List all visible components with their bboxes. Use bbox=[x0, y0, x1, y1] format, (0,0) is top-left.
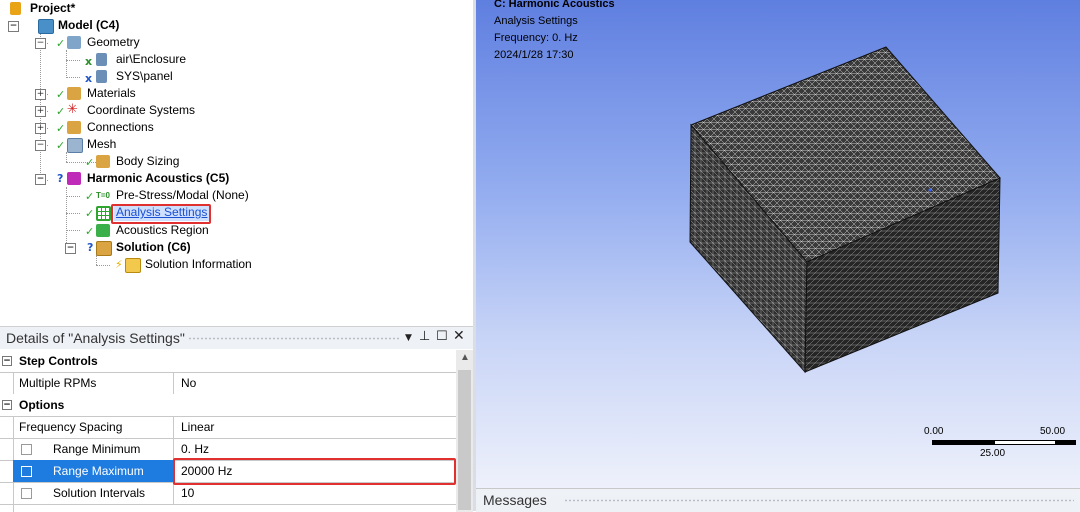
details-scrollbar[interactable]: ▲ bbox=[456, 350, 473, 512]
property-name: Solution Intervals bbox=[13, 482, 174, 504]
status-question-icon: ? bbox=[57, 172, 64, 185]
status-ok-icon: ✓ bbox=[85, 225, 95, 238]
highlight-box bbox=[111, 204, 211, 224]
status-ok-icon: ✓ bbox=[85, 207, 95, 220]
body-icon bbox=[96, 53, 107, 66]
status-ok-icon: ✓ bbox=[56, 139, 66, 152]
property-name-text: Range Minimum bbox=[53, 442, 141, 456]
value-highlight-box bbox=[173, 458, 456, 485]
category-row[interactable]: − Options bbox=[0, 394, 456, 417]
property-value[interactable]: No bbox=[175, 372, 196, 394]
details-pane: Details of "Analysis Settings" ▼ ⊥ ☐ ✕ −… bbox=[0, 326, 473, 512]
collapse-icon[interactable]: − bbox=[2, 400, 12, 410]
acoustics-region-icon bbox=[96, 224, 110, 237]
property-name: Frequency Spacing bbox=[13, 416, 174, 438]
analysis-settings-icon bbox=[96, 206, 111, 221]
property-name: Range Minimum bbox=[13, 438, 174, 460]
origin-marker bbox=[928, 188, 932, 192]
status-suppressed-icon: x bbox=[85, 72, 93, 85]
connections-icon bbox=[67, 121, 81, 134]
property-value[interactable]: 0. Hz bbox=[175, 438, 209, 460]
scale-seg-1 bbox=[932, 440, 994, 445]
parameter-checkbox[interactable] bbox=[21, 488, 32, 499]
status-ok-icon: ✓ bbox=[56, 105, 66, 118]
expand-icon[interactable]: + bbox=[35, 106, 46, 117]
scale-seg-3 bbox=[1056, 440, 1076, 445]
close-icon[interactable]: ✕ bbox=[453, 328, 465, 344]
status-ok-icon: ✓ bbox=[56, 88, 66, 101]
header-grip bbox=[188, 337, 400, 340]
scale-seg-2 bbox=[994, 440, 1056, 445]
expand-icon[interactable]: + bbox=[35, 89, 46, 100]
status-ok-icon: ✓ bbox=[56, 122, 66, 135]
expand-icon[interactable]: + bbox=[35, 123, 46, 134]
model-icon bbox=[38, 19, 54, 34]
mesh-model[interactable] bbox=[476, 0, 1080, 488]
materials-icon bbox=[67, 87, 81, 100]
scroll-thumb[interactable] bbox=[458, 370, 471, 510]
solution-icon bbox=[96, 241, 112, 256]
status-question-icon: ? bbox=[87, 241, 94, 254]
body-icon bbox=[96, 70, 107, 83]
messages-grip bbox=[564, 499, 1074, 502]
parameter-checkbox[interactable] bbox=[21, 466, 32, 477]
property-name: Range Maximum bbox=[13, 460, 174, 482]
scale-bar: 0.00 50.00 25.00 bbox=[924, 424, 1076, 464]
solution-info-icon bbox=[125, 258, 141, 273]
collapse-icon[interactable]: − bbox=[65, 243, 76, 254]
property-row[interactable]: Multiple RPMs No bbox=[0, 372, 456, 395]
property-name: Multiple RPMs bbox=[13, 372, 174, 394]
sizing-icon bbox=[96, 155, 110, 168]
property-name-text: Range Maximum bbox=[53, 464, 144, 478]
property-name-text: Frequency Spacing bbox=[19, 420, 123, 434]
property-row[interactable]: Solution Intervals 10 bbox=[0, 482, 456, 505]
mesh-icon bbox=[67, 138, 83, 153]
scale-left-label: 0.00 bbox=[924, 426, 944, 437]
graphics-viewport[interactable]: C: Harmonic Acoustics Analysis Settings … bbox=[476, 0, 1080, 488]
status-ok-icon: ✓ bbox=[56, 37, 66, 50]
prestress-icon: T=0 bbox=[96, 191, 111, 200]
status-pending-icon: ⚡ bbox=[115, 258, 123, 271]
scroll-up-icon[interactable]: ▲ bbox=[460, 352, 470, 363]
project-icon bbox=[10, 2, 21, 15]
category-row[interactable]: − Step Controls bbox=[0, 350, 456, 373]
property-value[interactable]: Linear bbox=[175, 416, 214, 438]
collapse-icon[interactable]: − bbox=[35, 174, 46, 185]
messages-title: Messages bbox=[483, 492, 547, 508]
messages-bar[interactable]: Messages bbox=[476, 488, 1080, 512]
collapse-icon[interactable]: − bbox=[35, 140, 46, 151]
details-header: Details of "Analysis Settings" ▼ ⊥ ☐ ✕ bbox=[0, 327, 473, 349]
analysis-icon bbox=[67, 172, 81, 185]
status-suppressed-icon: x bbox=[85, 55, 93, 68]
property-name-text: Solution Intervals bbox=[53, 486, 146, 500]
collapse-icon[interactable]: − bbox=[35, 38, 46, 49]
category-label: Options bbox=[19, 398, 65, 412]
property-name-text: Multiple RPMs bbox=[19, 376, 97, 390]
maximize-icon[interactable]: ☐ bbox=[436, 329, 448, 344]
details-title: Details of "Analysis Settings" bbox=[6, 330, 185, 346]
parameter-checkbox[interactable] bbox=[21, 444, 32, 455]
category-label: Step Controls bbox=[19, 354, 98, 368]
status-ok-icon: ✓ bbox=[85, 156, 95, 169]
property-row[interactable]: Frequency Spacing Linear bbox=[0, 416, 456, 439]
collapse-icon[interactable]: − bbox=[2, 356, 12, 366]
scale-right-label: 50.00 bbox=[1040, 426, 1066, 437]
property-value[interactable]: 10 bbox=[175, 482, 194, 504]
scale-mid-label: 25.00 bbox=[980, 448, 1006, 459]
collapse-icon[interactable]: − bbox=[8, 21, 19, 32]
geometry-icon bbox=[67, 36, 81, 49]
dropdown-icon[interactable]: ▼ bbox=[405, 333, 412, 343]
pin-icon[interactable]: ⊥ bbox=[419, 329, 430, 344]
coordinate-system-icon: ✳ bbox=[67, 102, 78, 117]
project-tree: Project* − Model (C4) − ✓ Geometry x air… bbox=[0, 0, 473, 326]
status-ok-icon: ✓ bbox=[85, 190, 95, 203]
